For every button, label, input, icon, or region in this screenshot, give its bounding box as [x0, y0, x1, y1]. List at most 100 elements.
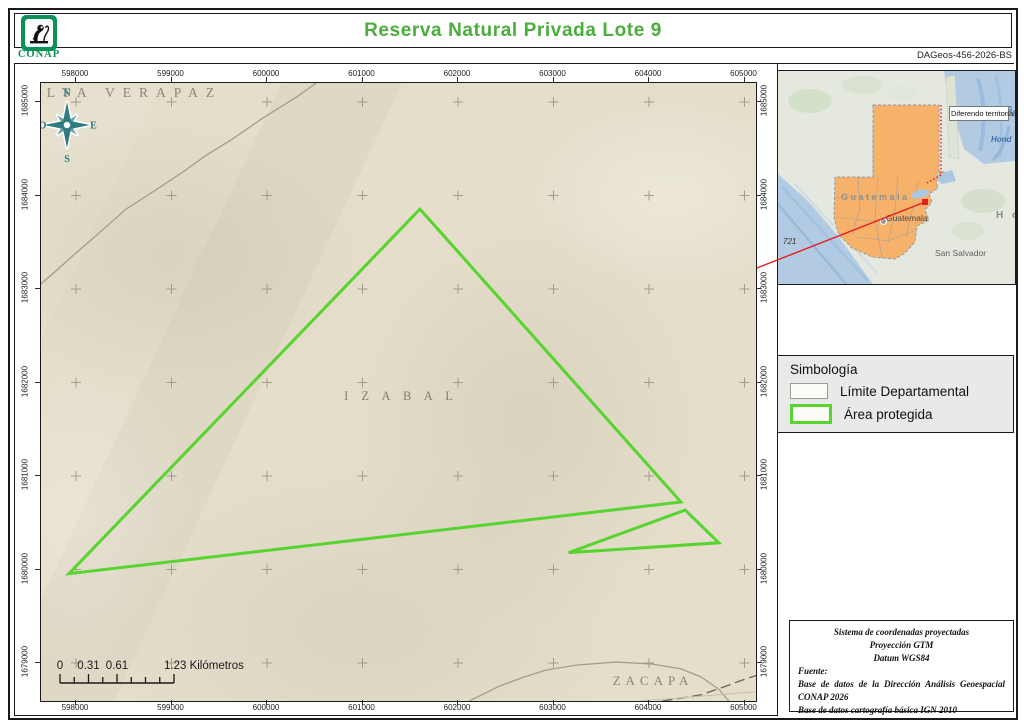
grid-tick [743, 700, 745, 705]
grid-cross-icon [166, 377, 177, 388]
document-id: DAGeos-456-2026-BS [916, 50, 1012, 61]
scale-bar: 0 0.31 0.61 1.23 Kilómetros [57, 660, 244, 684]
grid-cross-icon [453, 377, 463, 388]
grid-cross-icon [548, 97, 559, 107]
scale-label: 0 [57, 660, 63, 672]
grid-cross-icon [739, 377, 750, 388]
grid-label-y: 1683000 [20, 271, 30, 304]
inset-city-label: Guatemala [886, 213, 928, 223]
credit-line: Sistema de coordenadas proyectadas [833, 627, 970, 637]
grid-cross-icon [357, 97, 368, 107]
credit-line: Datum WGS84 [873, 653, 930, 664]
grid-cross-icon [453, 471, 463, 481]
grid-cross-icon [357, 564, 368, 575]
grid-cross-icon [71, 284, 81, 294]
grid-tick [756, 381, 761, 383]
boundary-limite-esquina-faint [640, 691, 756, 701]
grid-tick [170, 77, 172, 82]
grid-tick [648, 77, 649, 82]
grid-tick [756, 194, 761, 196]
grid-cross-icon [71, 190, 81, 201]
grid-cross-icon [166, 564, 177, 575]
credit-line: Fuente: [798, 666, 828, 677]
grid-cross-icon [357, 377, 368, 388]
grid-cross-icon [644, 190, 654, 201]
grid-label-y: 1680000 [20, 552, 30, 584]
grid-cross-icon [739, 471, 750, 481]
grid-tick [266, 77, 267, 82]
grid-tick [743, 77, 745, 82]
inset-locator-map: G u a t e m a l a Guatemala San Salvador… [777, 70, 1016, 285]
grid-cross-icon [262, 284, 272, 294]
grid-cross-icon [739, 284, 750, 294]
compass-rose-icon: N E S O [41, 88, 97, 165]
map-layout-page: Reserva Natural Privada Lote 9 CONAP DAG… [0, 0, 1024, 726]
label-zacapa: ZACAPA [612, 673, 694, 688]
grid-tick [361, 700, 363, 705]
grid-cross-icon [548, 284, 559, 294]
credit-line: CONAP 2026 [798, 692, 849, 703]
territorial-dispute-note: Diferendo territorial no resuelto [949, 106, 1015, 122]
inset-san-salvador-label: San Salvador [935, 248, 987, 258]
header: Reserva Natural Privada Lote 9 [14, 13, 1012, 48]
grid-tick [35, 288, 40, 289]
grid-tick [35, 101, 40, 102]
grid-cross-icon [453, 284, 463, 294]
grid-cross-icon [644, 564, 654, 575]
grid-cross-icon [262, 97, 272, 107]
credit-line: Base de datos cartografía básica IGN 201… [798, 705, 957, 716]
legend-item-label: Área protegida [844, 406, 933, 422]
credit-line: Base de datos de la Dirección Análisis G… [798, 679, 1005, 690]
compass-e: E [90, 121, 97, 132]
inset-honduras-label: H o [996, 210, 1015, 221]
inset-sea-label: Hond [991, 135, 1012, 144]
grid-tick [35, 194, 40, 196]
grid-cross-icon [357, 658, 368, 668]
grid-cross-icon [548, 377, 559, 388]
protected-area-swatch [790, 404, 832, 424]
legend-title: Simbología [790, 362, 858, 377]
grid-cross-icon [166, 190, 177, 201]
grid-cross-icon [644, 284, 654, 294]
grid-cross-icon [644, 97, 654, 107]
location-marker-icon [922, 199, 928, 205]
credit-line: Proyección GTM [869, 640, 934, 651]
grid-cross-icon [453, 97, 463, 107]
page-title: Reserva Natural Privada Lote 9 [364, 19, 662, 41]
grid-cross-icon [166, 284, 177, 294]
grid-cross-icon [548, 564, 559, 575]
grid-tick [361, 77, 363, 82]
inset-country-label: G u a t e m a l a [840, 192, 908, 202]
grid-cross-icon [548, 658, 559, 668]
grid-tick [35, 381, 40, 383]
conap-logo-icon [21, 15, 57, 51]
grid-tick [170, 700, 172, 705]
grid-cross-icon [453, 190, 463, 201]
protected-area-polygon [568, 508, 723, 555]
main-map: ALTA VERAPAZ I Z A B A L ZACAPA N E S O … [40, 82, 757, 702]
legend-item-protected: Área protegida [790, 404, 1001, 424]
grid-cross-icon [357, 284, 368, 294]
grid-tick [457, 700, 458, 705]
scale-label: 0.31 [77, 660, 99, 672]
grid-cross-icon [548, 471, 559, 481]
inset-road-label: 721 [783, 237, 797, 246]
grid-cross-icon [357, 190, 368, 201]
grid-label-y: 1682000 [20, 365, 30, 397]
grid-cross-icon [262, 190, 272, 201]
grid-tick [756, 288, 761, 289]
grid-cross-icon [739, 97, 750, 107]
grid-tick [75, 700, 76, 705]
grid-cross-icon [453, 564, 463, 575]
grid-cross-icon [453, 658, 463, 668]
grid-tick [35, 662, 40, 663]
grid-cross-icon [548, 190, 559, 201]
grid-tick [756, 568, 761, 570]
grid-label-y: 1685000 [20, 84, 30, 117]
grid-tick [552, 700, 554, 705]
compass-s: S [64, 154, 70, 165]
label-izabal: I Z A B A L [344, 389, 458, 403]
grid-cross-icon [262, 377, 272, 388]
legend-item-label: Límite Departamental [840, 383, 970, 399]
grid-cross-icon [262, 564, 272, 575]
